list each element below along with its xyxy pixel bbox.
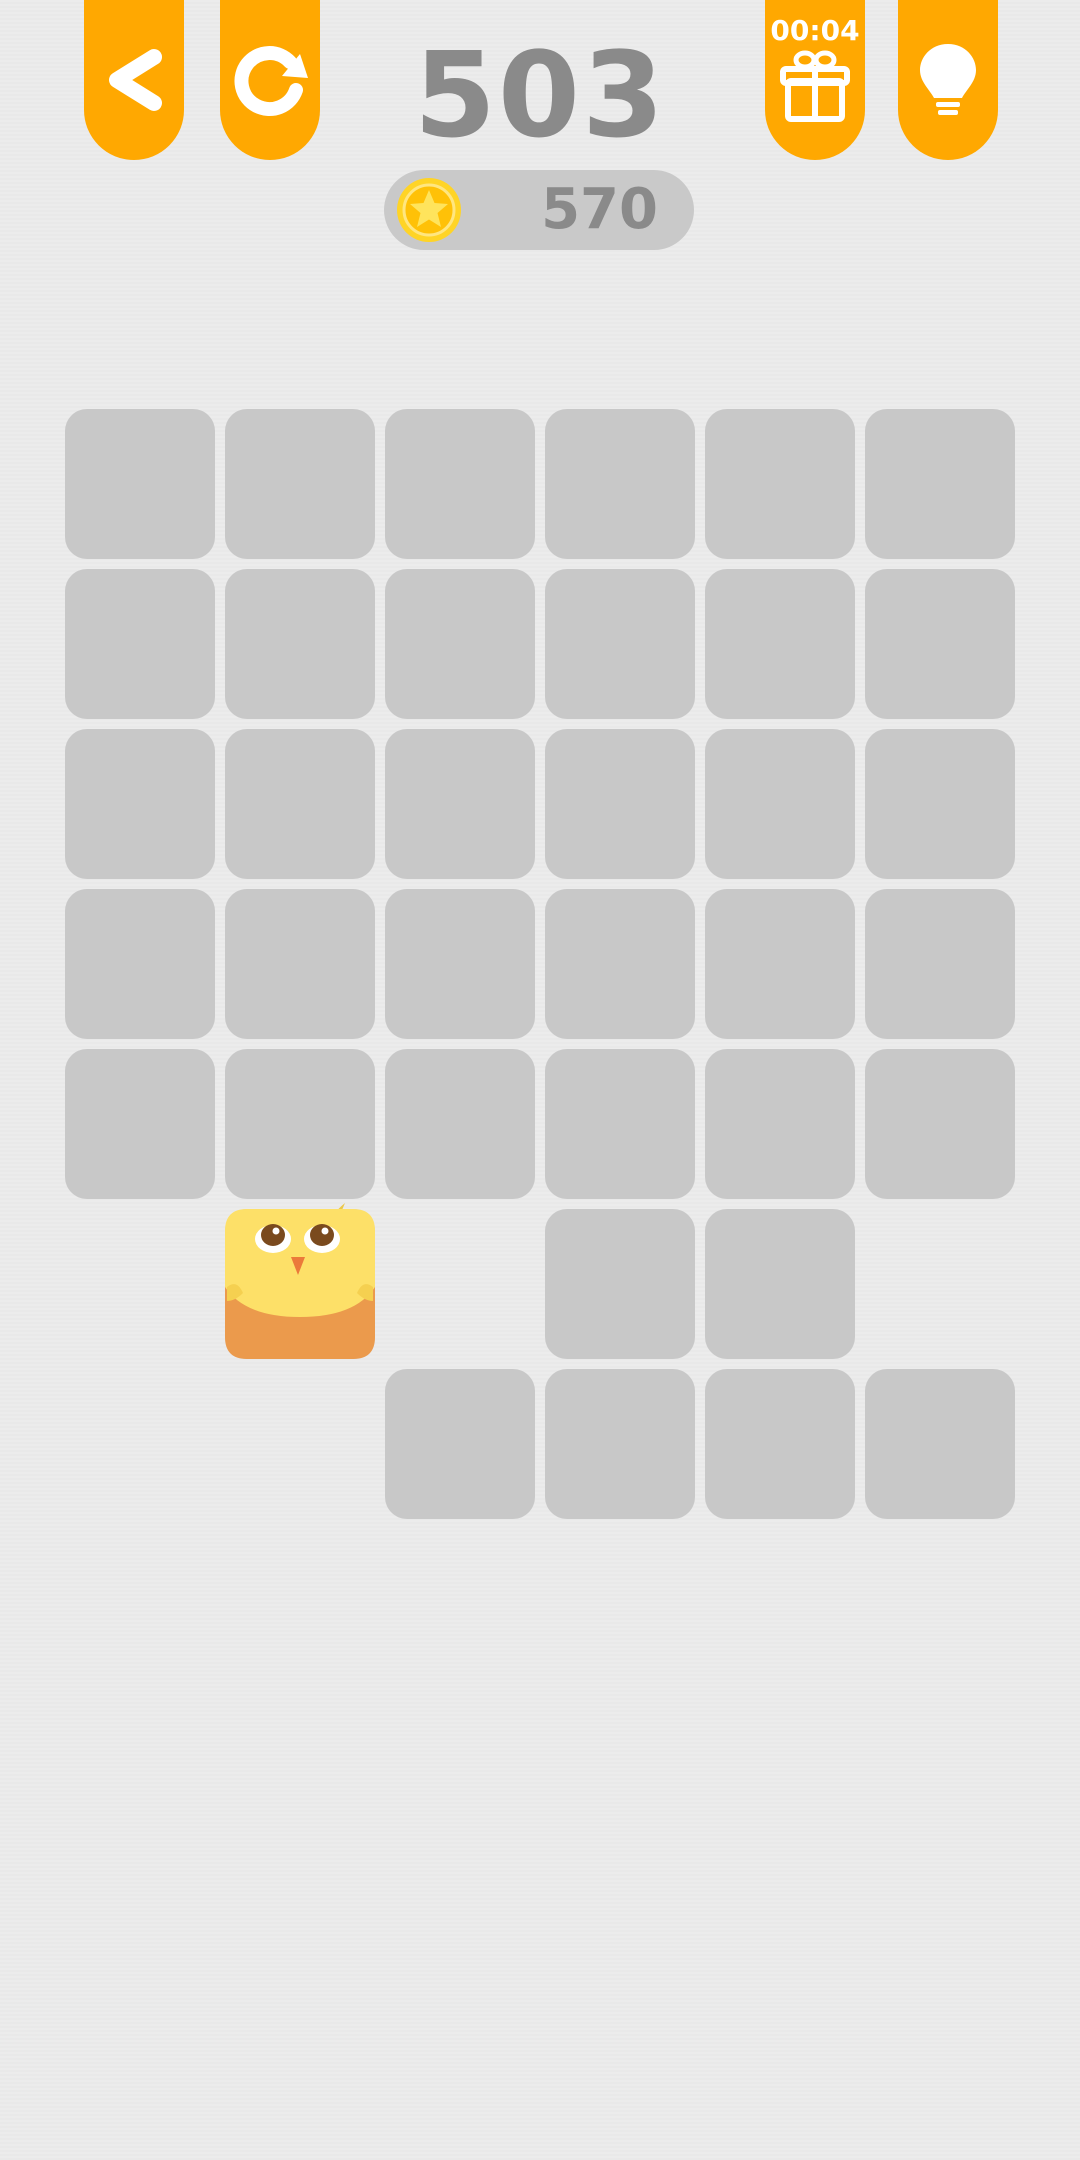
board-tile[interactable] [705, 889, 855, 1039]
board-tile[interactable] [705, 409, 855, 559]
board-tile[interactable] [65, 409, 215, 559]
board-tile[interactable] [385, 1049, 535, 1199]
level-number: 503 [413, 26, 667, 164]
game-board [0, 0, 1080, 2160]
board-tile[interactable] [545, 729, 695, 879]
board-tile[interactable] [385, 1369, 535, 1519]
board-tile[interactable] [705, 729, 855, 879]
board-tile[interactable] [225, 889, 375, 1039]
board-tile[interactable] [705, 1049, 855, 1199]
board-tile[interactable] [545, 1049, 695, 1199]
board-tile[interactable] [385, 729, 535, 879]
board-tile[interactable] [705, 1209, 855, 1359]
board-tile[interactable] [865, 889, 1015, 1039]
coin-counter: 570 [384, 170, 694, 250]
back-arrow-icon [109, 49, 162, 111]
board-tile[interactable] [65, 889, 215, 1039]
board-tile[interactable] [65, 1049, 215, 1199]
board-tile[interactable] [865, 569, 1015, 719]
board-tile[interactable] [225, 409, 375, 559]
board-tile[interactable] [545, 889, 695, 1039]
gift-timer: 00:04 [770, 14, 860, 47]
lightbulb-icon [920, 44, 976, 115]
board-tile[interactable] [865, 1049, 1015, 1199]
board-tile[interactable] [65, 569, 215, 719]
board-tile[interactable] [65, 729, 215, 879]
gift-icon [780, 50, 850, 122]
hint-button[interactable] [898, 0, 998, 160]
coin-count: 570 [541, 177, 658, 242]
board-tile[interactable] [545, 409, 695, 559]
restart-icon [234, 46, 308, 117]
board-tile[interactable] [705, 569, 855, 719]
board-tile[interactable] [865, 409, 1015, 559]
board-tile[interactable] [225, 569, 375, 719]
restart-button[interactable] [220, 0, 320, 160]
back-button[interactable] [84, 0, 184, 160]
board-tile[interactable] [385, 569, 535, 719]
board-tile[interactable] [385, 409, 535, 559]
board-tile[interactable] [705, 1369, 855, 1519]
star-coin-icon [397, 178, 461, 242]
board-tile[interactable] [225, 729, 375, 879]
board-tile[interactable] [545, 1209, 695, 1359]
board-tile[interactable] [865, 729, 1015, 879]
board-tile[interactable] [545, 569, 695, 719]
board-tile[interactable] [545, 1369, 695, 1519]
board-tile[interactable] [865, 1369, 1015, 1519]
gift-button[interactable]: 00:04 [765, 0, 865, 160]
chick-player[interactable] [225, 1169, 375, 1359]
board-tile[interactable] [385, 889, 535, 1039]
